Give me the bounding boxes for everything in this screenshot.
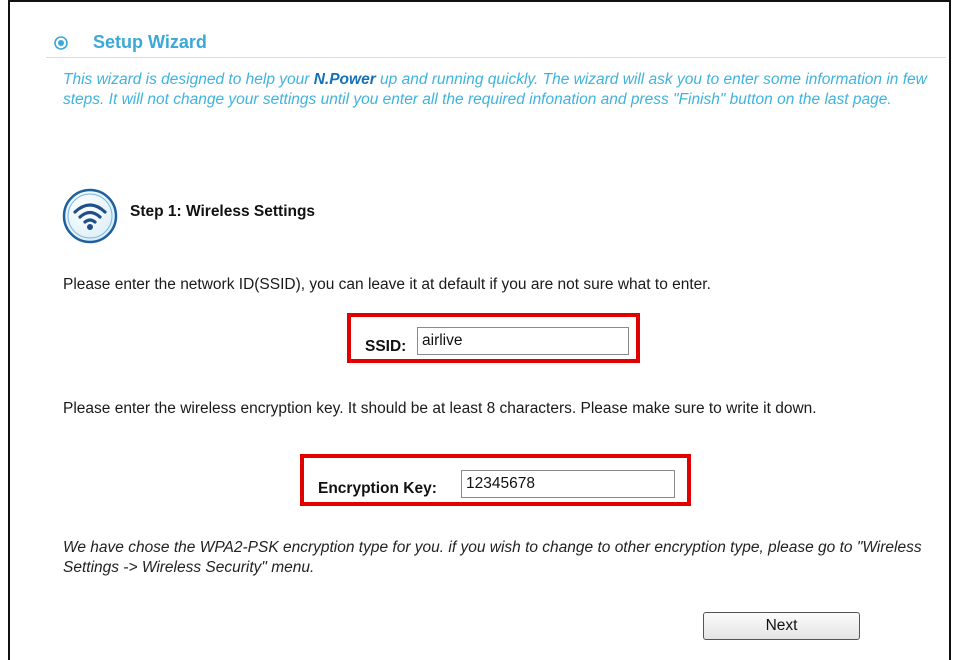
intro-text: This wizard is designed to help your N.P…: [63, 70, 948, 110]
page-title: Setup Wizard: [93, 32, 207, 52]
step-title: Step 1: Wireless Settings: [130, 203, 316, 220]
wireless-signal-icon: [62, 188, 118, 244]
next-button[interactable]: Next: [703, 612, 860, 640]
radio-target-icon: [54, 36, 68, 50]
wizard-header: Setup Wizard: [46, 29, 946, 58]
ssid-input[interactable]: [417, 327, 629, 355]
ssid-label: SSID:: [365, 338, 407, 355]
brand-name: N.Power: [313, 71, 376, 88]
encryption-key-label: Encryption Key:: [318, 480, 437, 497]
ssid-instruction: Please enter the network ID(SSID), you c…: [63, 276, 711, 293]
intro-text-before: This wizard is designed to help your: [63, 71, 314, 88]
encryption-key-input[interactable]: [461, 470, 675, 498]
encryption-type-note: We have chose the WPA2-PSK encryption ty…: [63, 539, 922, 576]
key-instruction: Please enter the wireless encryption key…: [63, 400, 817, 417]
